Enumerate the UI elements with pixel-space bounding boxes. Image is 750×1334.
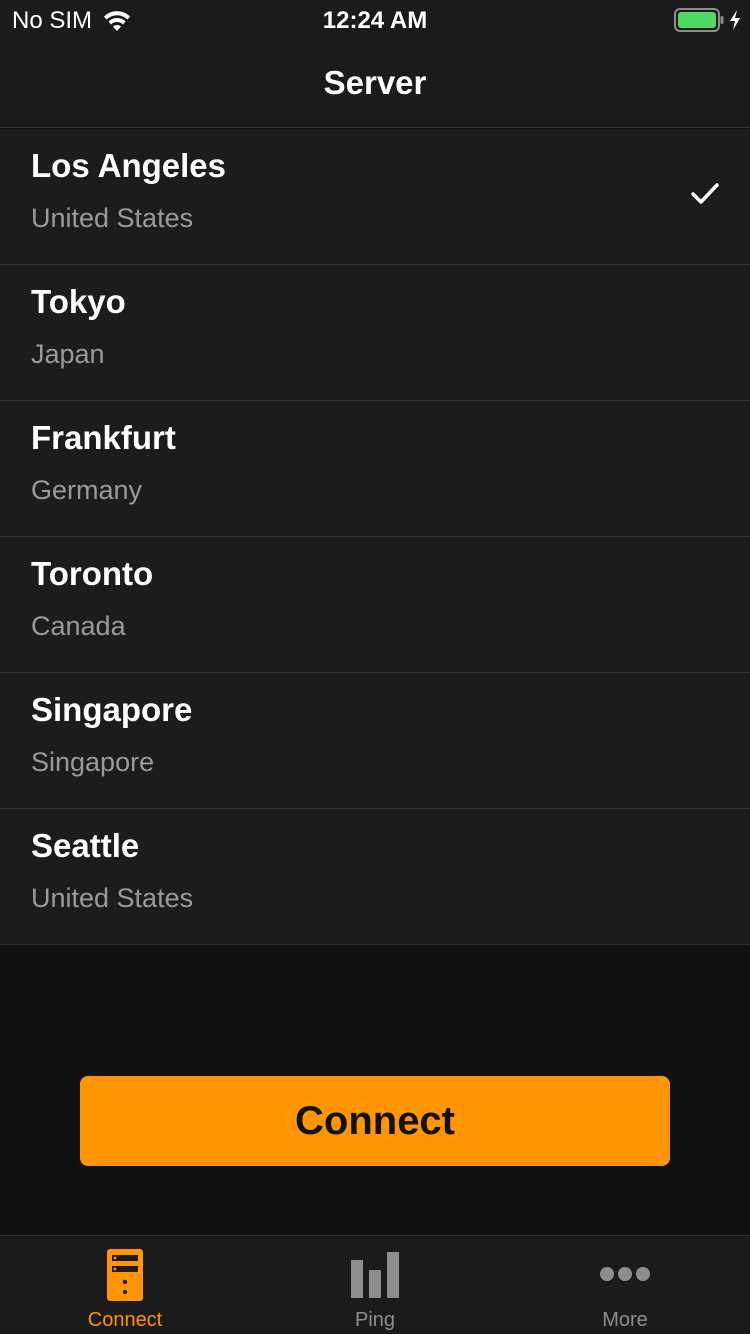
server-city: Tokyo bbox=[31, 283, 126, 320]
screen: No SIM 12:24 AM Server Los Angeles Unite… bbox=[0, 0, 750, 1334]
server-city: Seattle bbox=[31, 827, 140, 864]
server-city: Frankfurt bbox=[31, 419, 176, 456]
tab-connect[interactable]: Connect bbox=[0, 1236, 250, 1334]
connect-button[interactable]: Connect bbox=[80, 1076, 670, 1166]
server-city: Toronto bbox=[31, 555, 154, 592]
server-list: Los Angeles United States Tokyo Japan Fr… bbox=[0, 129, 750, 945]
server-icon bbox=[106, 1248, 144, 1307]
server-country: Japan bbox=[31, 339, 105, 369]
server-row-seattle[interactable]: Seattle United States bbox=[0, 809, 750, 945]
tab-bar: Connect Ping More bbox=[0, 1235, 750, 1334]
tab-label: Connect bbox=[87, 1309, 163, 1331]
status-bar: No SIM 12:24 AM bbox=[0, 0, 750, 40]
page-title: Server bbox=[323, 64, 427, 101]
checkmark-icon bbox=[690, 181, 720, 207]
charging-bolt-icon bbox=[728, 9, 742, 31]
server-country: Singapore bbox=[31, 747, 155, 777]
server-country: Germany bbox=[31, 475, 143, 505]
status-time: 12:24 AM bbox=[322, 7, 428, 34]
server-row-frankfurt[interactable]: Frankfurt Germany bbox=[0, 401, 750, 537]
tab-label: Ping bbox=[354, 1309, 396, 1331]
status-right bbox=[674, 8, 742, 32]
tab-ping[interactable]: Ping bbox=[250, 1236, 500, 1334]
server-country: United States bbox=[31, 203, 194, 233]
server-country: United States bbox=[31, 883, 194, 913]
server-row-tokyo[interactable]: Tokyo Japan bbox=[0, 265, 750, 401]
more-dots-icon bbox=[600, 1266, 650, 1287]
server-row-singapore[interactable]: Singapore Singapore bbox=[0, 673, 750, 809]
battery-icon bbox=[674, 8, 724, 32]
server-row-los-angeles[interactable]: Los Angeles United States bbox=[0, 129, 750, 265]
tab-label: More bbox=[602, 1309, 648, 1331]
tab-more[interactable]: More bbox=[500, 1236, 750, 1334]
server-city: Los Angeles bbox=[31, 147, 226, 184]
server-row-toronto[interactable]: Toronto Canada bbox=[0, 537, 750, 673]
server-city: Singapore bbox=[31, 691, 193, 728]
navigation-bar: Server bbox=[0, 40, 750, 128]
bar-chart-icon bbox=[350, 1252, 400, 1303]
server-country: Canada bbox=[31, 611, 126, 641]
